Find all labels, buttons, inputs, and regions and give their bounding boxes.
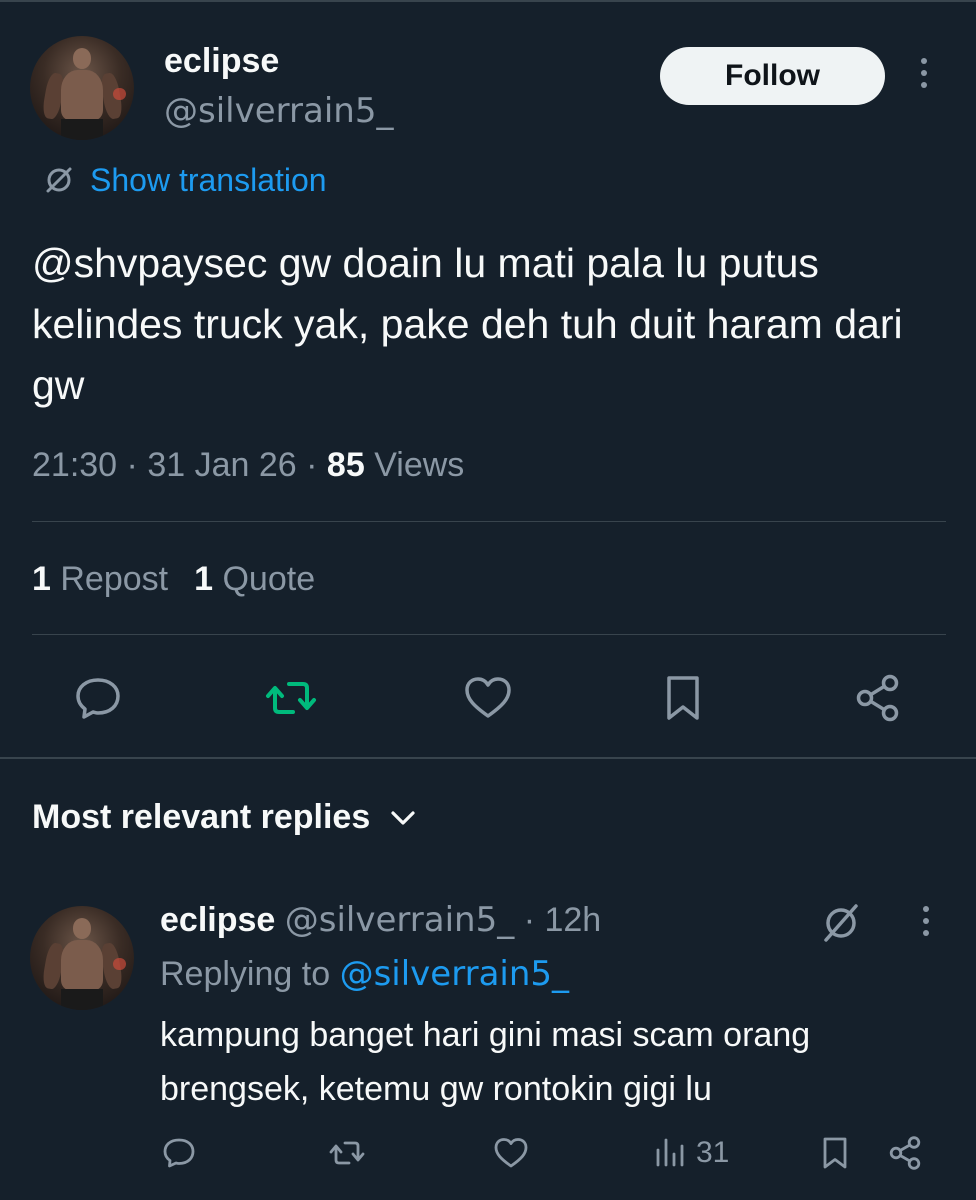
post-time[interactable]: 21:30 (32, 446, 117, 484)
replying-prefix: Replying to (160, 955, 331, 993)
reply-text: kampung banget hari gini masi scam orang… (160, 1016, 811, 1108)
grok-icon[interactable] (818, 900, 864, 946)
heart-icon (494, 1138, 528, 1168)
show-translation-label: Show translation (90, 161, 327, 198)
share-icon (889, 1136, 921, 1170)
reply-repost-button[interactable] (328, 1130, 366, 1176)
reply-icon (163, 1138, 195, 1168)
reposts-count: 1 (32, 560, 51, 598)
show-translation-link[interactable]: Show translation (42, 160, 327, 200)
section-divider (0, 757, 976, 759)
post-date[interactable]: 31 Jan 26 (147, 446, 296, 484)
heart-icon (465, 677, 511, 718)
replies-title: Most relevant replies (32, 798, 371, 836)
bookmark-button[interactable] (655, 670, 711, 726)
more-icon[interactable] (916, 58, 932, 94)
quotes-stat[interactable]: 1 Quote (194, 560, 315, 598)
post-stats: 1 Repost 1 Quote (32, 560, 315, 599)
reply-reply-button[interactable] (160, 1130, 198, 1176)
reply-button[interactable] (70, 670, 126, 726)
reposts-stat[interactable]: 1 Repost (32, 560, 168, 598)
repost-button[interactable] (263, 670, 319, 726)
post-text: @shvpaysec gw doain lu mati pala lu putu… (32, 240, 903, 408)
replying-to-handle[interactable]: @silverrain5_ (340, 954, 569, 994)
reply-time[interactable]: · 12h (524, 901, 602, 939)
meta-separator: · (306, 446, 327, 484)
post-action-bar (0, 670, 976, 726)
share-button[interactable] (850, 670, 906, 726)
quotes-count: 1 (194, 560, 214, 598)
follow-button[interactable]: Follow (660, 47, 885, 105)
translate-icon (46, 167, 72, 193)
author-avatar[interactable] (30, 36, 134, 140)
views-count: 85 (326, 446, 365, 484)
views-label: Views (374, 446, 465, 484)
reply-icon (76, 678, 120, 719)
meta-separator: · (126, 446, 148, 484)
bookmark-icon (667, 676, 699, 720)
analytics-icon (656, 1138, 684, 1167)
bookmark-icon (823, 1137, 847, 1169)
post-meta: 21:30 · 31 Jan 26 · 85 Views (32, 446, 464, 485)
reply-share-button[interactable] (886, 1130, 924, 1176)
like-button[interactable] (460, 670, 516, 726)
top-divider (0, 0, 976, 2)
replying-to-line: Replying to @silverrain5_ (160, 954, 569, 994)
reply-header: eclipse @silverrain5_ · 12h (160, 900, 601, 940)
reply-views-count: 31 (696, 1136, 730, 1169)
repost-icon (329, 1141, 365, 1165)
divider (32, 634, 946, 635)
author-handle[interactable]: @silverrain5_ (164, 91, 393, 131)
quotes-label: Quote (222, 560, 316, 598)
post-header: eclipse @silverrain5_ Follow (30, 36, 946, 140)
share-icon (856, 674, 899, 722)
reply-author-name[interactable]: eclipse (160, 901, 275, 939)
author-name[interactable]: eclipse (164, 42, 279, 81)
reply-author-handle[interactable]: @silverrain5_ (285, 900, 514, 940)
replies-sort-dropdown[interactable]: Most relevant replies (32, 798, 418, 837)
reposts-label: Repost (60, 560, 169, 598)
reply-author-avatar[interactable] (30, 906, 134, 1010)
reply-bookmark-button[interactable] (816, 1130, 854, 1176)
reply-analytics-button[interactable]: 31 (652, 1130, 729, 1176)
divider (32, 521, 946, 522)
repost-icon (266, 682, 316, 714)
reply-like-button[interactable] (492, 1130, 530, 1176)
reply-more-icon[interactable] (918, 906, 934, 942)
reply-action-bar: 31 (0, 1130, 976, 1176)
chevron-down-icon (391, 810, 415, 825)
tweet-detail-page: eclipse @silverrain5_ Follow Show transl… (0, 0, 976, 1200)
